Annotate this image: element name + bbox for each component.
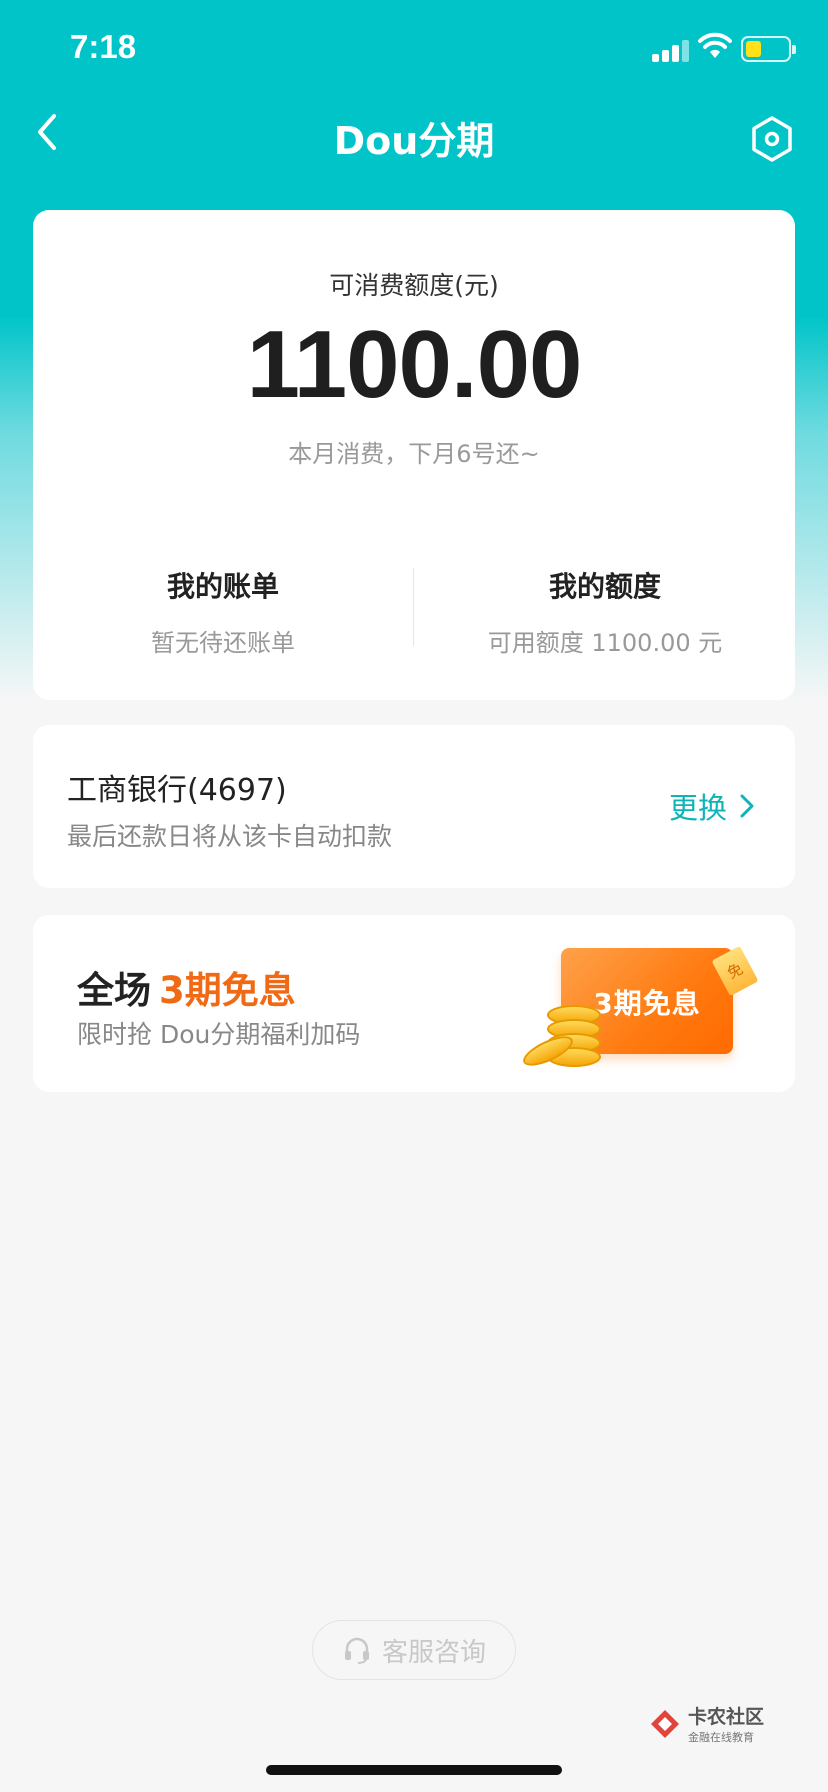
promo-title-highlight: 3期免息 [159,969,296,1012]
home-indicator[interactable] [266,1765,562,1775]
my-bill-button[interactable]: 我的账单 暂无待还账单 [33,565,413,658]
my-limit-button[interactable]: 我的额度 可用额度 1100.00 元 [415,565,795,658]
promo-title-prefix: 全场 [77,969,151,1012]
settings-icon[interactable] [748,115,796,163]
signal-icon [652,38,690,62]
watermark-logo: 卡农社区 金融在线教育 [648,1702,764,1745]
customer-service-label: 客服咨询 [381,1637,486,1668]
bank-card-row: 工商银行(4697) 最后还款日将从该卡自动扣款 更换 [33,725,795,888]
headset-icon [344,1637,369,1664]
promo-banner-card[interactable]: 全场 3期免息 限时抢 Dou分期福利加码 3期免息 免 [33,915,795,1092]
credit-amount: 1100.00 [246,311,583,418]
watermark-subtitle: 金融在线教育 [688,1731,754,1744]
promo-title: 全场 3期免息 [77,960,296,1014]
change-card-label: 更换 [668,791,727,825]
promo-subtitle: 限时抢 Dou分期福利加码 [77,1020,361,1049]
available-limit: 可用额度 1100.00 元 [487,629,723,657]
bank-name: 工商银行(4697) [67,773,287,808]
my-limit-title: 我的额度 [548,570,661,603]
watermark-title: 卡农社区 [688,1706,765,1728]
my-bill-title: 我的账单 [166,570,279,603]
status-bar: 7:18 [0,0,828,100]
change-card-button[interactable]: 更换 [669,785,755,827]
customer-service-button[interactable]: 客服咨询 [312,1620,516,1680]
my-bill-status: 暂无待还账单 [151,629,295,657]
coins-icon [517,1005,607,1085]
bank-autodebit-note: 最后还款日将从该卡自动扣款 [67,822,393,851]
chevron-right-icon [740,794,754,818]
divider [413,568,414,646]
wifi-icon [698,32,732,58]
repayment-note: 本月消费，下月6号还~ [288,440,540,468]
page-title: Dou分期 [333,119,495,163]
battery-icon [741,36,796,62]
credit-summary-card: 可消费额度(元) 1100.00 本月消费，下月6号还~ 我的账单 暂无待还账单… [33,210,795,700]
status-time: 7:18 [70,28,137,65]
kanong-logo-icon [651,1709,679,1738]
credit-label: 可消费额度(元) [329,271,499,300]
